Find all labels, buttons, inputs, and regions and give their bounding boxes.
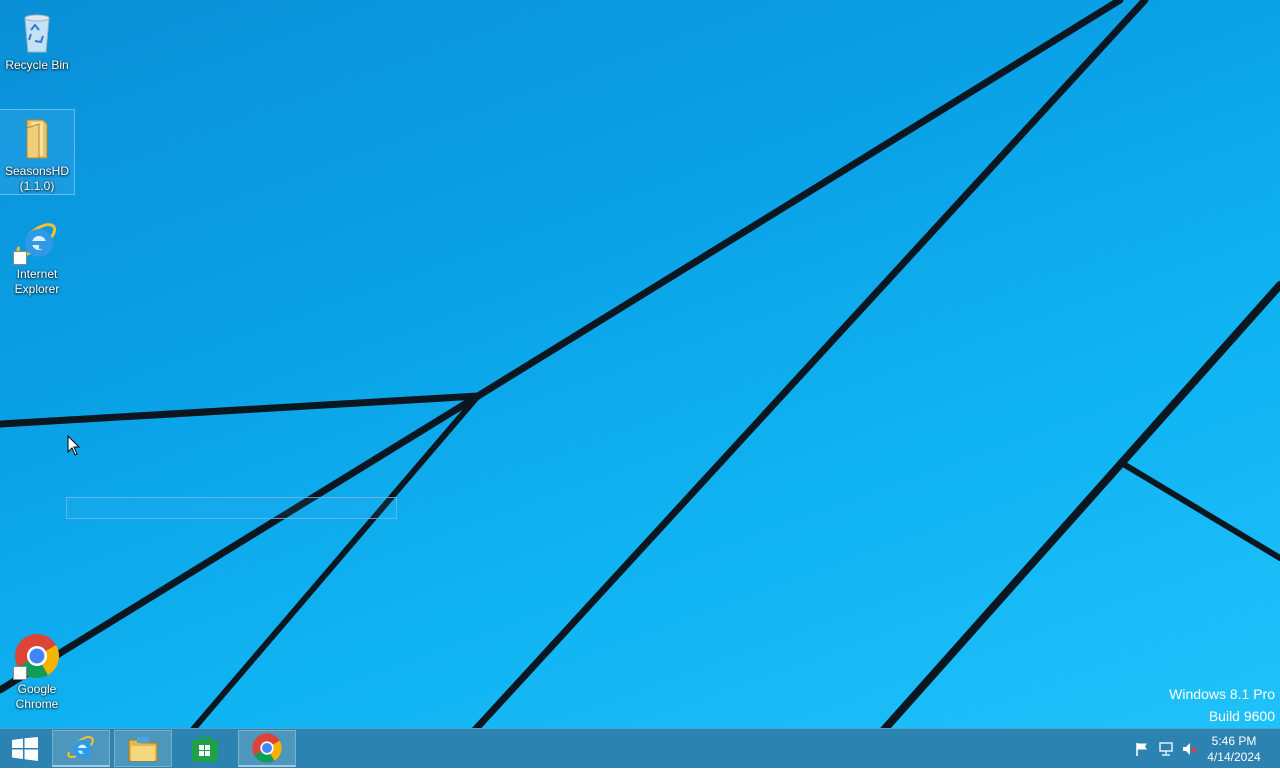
windows-logo-icon — [12, 736, 38, 761]
selection-rectangle — [66, 497, 397, 519]
desktop-icon-label: Internet Explorer — [14, 267, 60, 296]
start-button[interactable] — [0, 730, 50, 767]
recycle-bin-icon — [13, 8, 61, 56]
chrome-icon — [252, 733, 282, 763]
mouse-cursor-icon — [67, 435, 81, 456]
desktop-icon-label: SeasonsHD (1.1.0) — [4, 164, 70, 193]
network-icon[interactable] — [1158, 741, 1174, 757]
desktop-icon-google-chrome[interactable]: Google Chrome — [0, 628, 74, 712]
desktop-icon-recycle-bin[interactable]: Recycle Bin — [0, 4, 74, 73]
desktop-icon-label: Recycle Bin — [5, 58, 69, 72]
action-center-flag-icon[interactable] — [1134, 741, 1150, 757]
watermark-edition: Windows 8.1 Pro — [1169, 686, 1275, 702]
windows-store-icon — [192, 735, 218, 762]
desktop-icon-seasonshd-folder[interactable]: SeasonsHD (1.1.0) — [0, 109, 75, 195]
internet-explorer-icon — [67, 736, 94, 759]
taskbar-internet-explorer[interactable] — [52, 730, 110, 767]
taskbar: 5:46 PM 4/14/2024 — [0, 728, 1280, 768]
chrome-icon — [13, 632, 61, 680]
taskbar-google-chrome[interactable] — [238, 730, 296, 767]
folder-icon — [13, 114, 61, 162]
shortcut-arrow-icon — [13, 251, 27, 265]
wallpaper-lines — [0, 0, 1280, 728]
clock-time: 5:46 PM — [1211, 734, 1257, 748]
taskbar-file-explorer[interactable] — [114, 730, 172, 767]
shortcut-arrow-icon — [13, 666, 27, 680]
system-clock[interactable]: 5:46 PM 4/14/2024 — [1202, 733, 1266, 765]
watermark-build: Build 9600 — [1208, 708, 1275, 724]
taskbar-windows-store[interactable] — [176, 730, 234, 767]
desktop-icon-internet-explorer[interactable]: Internet Explorer — [0, 213, 74, 297]
clock-date: 4/14/2024 — [1207, 750, 1261, 764]
internet-explorer-icon — [13, 217, 61, 265]
file-explorer-icon — [128, 736, 158, 761]
volume-muted-icon[interactable] — [1182, 741, 1198, 757]
windows-version-watermark: Windows 8.1 Pro Build 9600 — [1169, 683, 1275, 727]
notification-area — [1134, 729, 1198, 769]
desktop[interactable]: Recycle Bin SeasonsHD (1.1.0) Internet E… — [0, 0, 1280, 728]
desktop-icon-label: Google Chrome — [15, 682, 59, 711]
